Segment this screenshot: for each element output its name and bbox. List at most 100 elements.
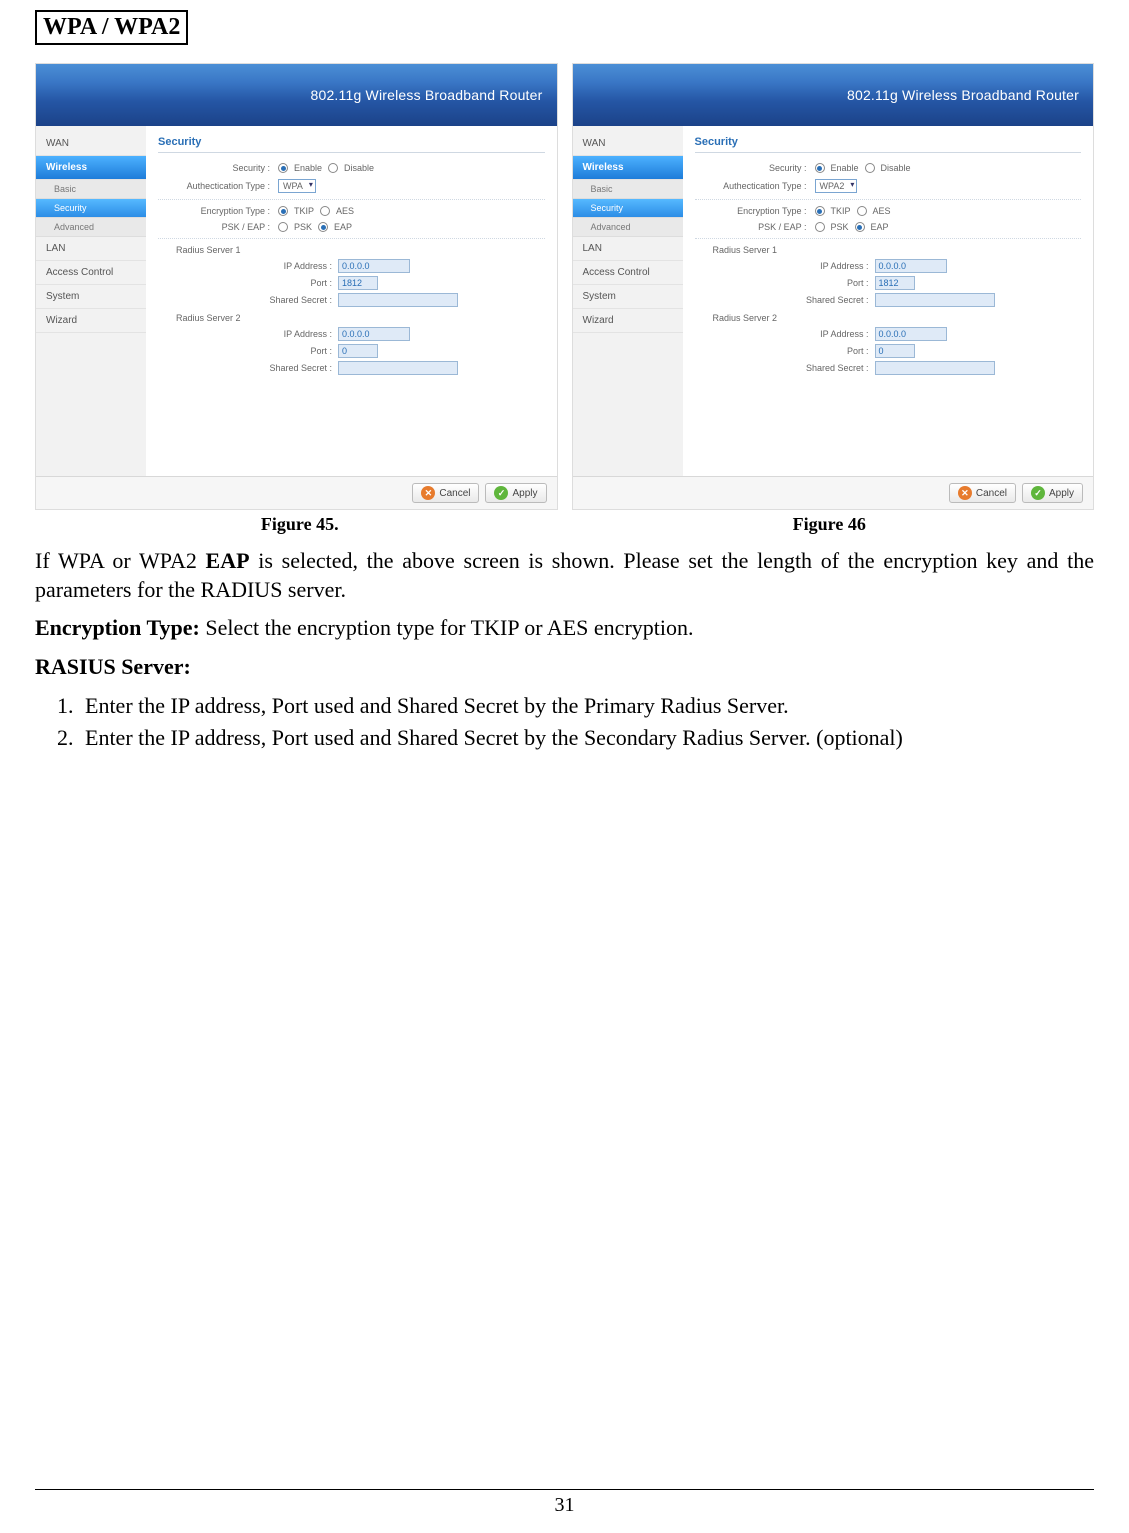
label-port2: Port : xyxy=(695,346,875,356)
select-auth-type[interactable]: WPA xyxy=(278,179,316,193)
panel-title: Security xyxy=(695,136,1082,153)
radio-eap[interactable] xyxy=(318,222,328,232)
router-sidebar: WAN Wireless Basic Security Advanced LAN… xyxy=(573,126,683,476)
sidebar-sub-basic[interactable]: Basic xyxy=(573,180,683,199)
sidebar-item-wizard[interactable]: Wizard xyxy=(573,309,683,333)
select-auth-type[interactable]: WPA2 xyxy=(815,179,858,193)
caption-fig46: Figure 46 xyxy=(565,514,1095,535)
label-port2: Port : xyxy=(158,346,338,356)
input-rs2-ip[interactable]: 0.0.0.0 xyxy=(875,327,947,341)
input-rs2-port[interactable]: 0 xyxy=(875,344,915,358)
label-rs1: Radius Server 1 xyxy=(176,245,545,255)
label-security: Security : xyxy=(695,163,815,173)
input-rs2-ip[interactable]: 0.0.0.0 xyxy=(338,327,410,341)
paragraph-2a: Encryption Type: xyxy=(35,615,200,640)
label-auth: Authectication Type : xyxy=(158,181,278,191)
cancel-button-label: Cancel xyxy=(976,488,1007,499)
label-port: Port : xyxy=(158,278,338,288)
radio-tkip-label: TKIP xyxy=(294,206,314,216)
radio-tkip[interactable] xyxy=(278,206,288,216)
label-ip: IP Address : xyxy=(158,261,338,271)
sidebar-sub-security[interactable]: Security xyxy=(36,199,146,218)
radio-aes-label: AES xyxy=(336,206,354,216)
radio-eap-label: EAP xyxy=(871,222,889,232)
label-rs2: Radius Server 2 xyxy=(176,313,545,323)
radio-aes[interactable] xyxy=(320,206,330,216)
sidebar-sub-security[interactable]: Security xyxy=(573,199,683,218)
list-item: Enter the IP address, Port used and Shar… xyxy=(79,691,1094,721)
input-rs2-secret[interactable] xyxy=(338,361,458,375)
radio-eap-label: EAP xyxy=(334,222,352,232)
sidebar-item-wizard[interactable]: Wizard xyxy=(36,309,146,333)
router-content: Security Security : Enable Disable Authe… xyxy=(146,126,557,476)
radio-tkip[interactable] xyxy=(815,206,825,216)
router-panel-fig45: 802.11g Wireless Broadband Router WAN Wi… xyxy=(35,63,558,510)
input-rs1-port[interactable]: 1812 xyxy=(875,276,915,290)
paragraph-1b: EAP xyxy=(206,548,250,573)
apply-button[interactable]: ✓ Apply xyxy=(1022,483,1083,503)
instruction-list: Enter the IP address, Port used and Shar… xyxy=(79,691,1094,752)
input-rs1-secret[interactable] xyxy=(338,293,458,307)
sidebar-item-system[interactable]: System xyxy=(36,285,146,309)
section-title: WPA / WPA2 xyxy=(35,10,188,45)
paragraph-3: RASIUS Server: xyxy=(35,653,1094,682)
cancel-button[interactable]: ✕ Cancel xyxy=(949,483,1016,503)
input-rs1-port[interactable]: 1812 xyxy=(338,276,378,290)
sidebar-item-wan[interactable]: WAN xyxy=(573,132,683,156)
sidebar-sub-basic[interactable]: Basic xyxy=(36,180,146,199)
panel-title: Security xyxy=(158,136,545,153)
label-port: Port : xyxy=(695,278,875,288)
radio-eap[interactable] xyxy=(855,222,865,232)
radio-enable[interactable] xyxy=(278,163,288,173)
radio-disable[interactable] xyxy=(865,163,875,173)
input-rs2-port[interactable]: 0 xyxy=(338,344,378,358)
page-number: 31 xyxy=(555,1494,575,1516)
page-footer: 31 xyxy=(0,1489,1129,1517)
input-rs2-secret[interactable] xyxy=(875,361,995,375)
label-rs2: Radius Server 2 xyxy=(713,313,1082,323)
input-rs1-ip[interactable]: 0.0.0.0 xyxy=(338,259,410,273)
sidebar-item-system[interactable]: System xyxy=(573,285,683,309)
router-sidebar: WAN Wireless Basic Security Advanced LAN… xyxy=(36,126,146,476)
router-title: 802.11g Wireless Broadband Router xyxy=(847,87,1079,103)
router-header: 802.11g Wireless Broadband Router xyxy=(36,64,557,126)
apply-button[interactable]: ✓ Apply xyxy=(485,483,546,503)
paragraph-1a: If WPA or WPA2 xyxy=(35,548,206,573)
input-rs1-secret[interactable] xyxy=(875,293,995,307)
label-enc: Encryption Type : xyxy=(695,206,815,216)
cancel-button[interactable]: ✕ Cancel xyxy=(412,483,479,503)
input-rs1-ip[interactable]: 0.0.0.0 xyxy=(875,259,947,273)
sidebar-item-lan[interactable]: LAN xyxy=(36,237,146,261)
label-secret2: Shared Secret : xyxy=(695,363,875,373)
sidebar-sub-advanced[interactable]: Advanced xyxy=(573,218,683,237)
radio-aes-label: AES xyxy=(873,206,891,216)
radio-psk[interactable] xyxy=(815,222,825,232)
radio-disable-label: Disable xyxy=(881,163,911,173)
sidebar-item-lan[interactable]: LAN xyxy=(573,237,683,261)
apply-button-label: Apply xyxy=(1049,488,1074,499)
radio-enable-label: Enable xyxy=(294,163,322,173)
apply-button-label: Apply xyxy=(512,488,537,499)
close-icon: ✕ xyxy=(958,486,972,500)
router-header: 802.11g Wireless Broadband Router xyxy=(573,64,1094,126)
radio-enable[interactable] xyxy=(815,163,825,173)
sidebar-item-wireless[interactable]: Wireless xyxy=(36,156,146,180)
paragraph-1: If WPA or WPA2 EAP is selected, the abov… xyxy=(35,547,1094,604)
radio-disable[interactable] xyxy=(328,163,338,173)
label-secret: Shared Secret : xyxy=(158,295,338,305)
sidebar-item-access[interactable]: Access Control xyxy=(36,261,146,285)
sidebar-item-wan[interactable]: WAN xyxy=(36,132,146,156)
sidebar-item-wireless[interactable]: Wireless xyxy=(573,156,683,180)
caption-fig45: Figure 45. xyxy=(35,514,565,535)
sidebar-item-access[interactable]: Access Control xyxy=(573,261,683,285)
label-pskeap: PSK / EAP : xyxy=(695,222,815,232)
router-panel-fig46: 802.11g Wireless Broadband Router WAN Wi… xyxy=(572,63,1095,510)
paragraph-2b: Select the encryption type for TKIP or A… xyxy=(200,615,694,640)
sidebar-sub-advanced[interactable]: Advanced xyxy=(36,218,146,237)
radio-psk[interactable] xyxy=(278,222,288,232)
label-auth: Authectication Type : xyxy=(695,181,815,191)
check-icon: ✓ xyxy=(1031,486,1045,500)
radio-aes[interactable] xyxy=(857,206,867,216)
radio-enable-label: Enable xyxy=(831,163,859,173)
radio-disable-label: Disable xyxy=(344,163,374,173)
